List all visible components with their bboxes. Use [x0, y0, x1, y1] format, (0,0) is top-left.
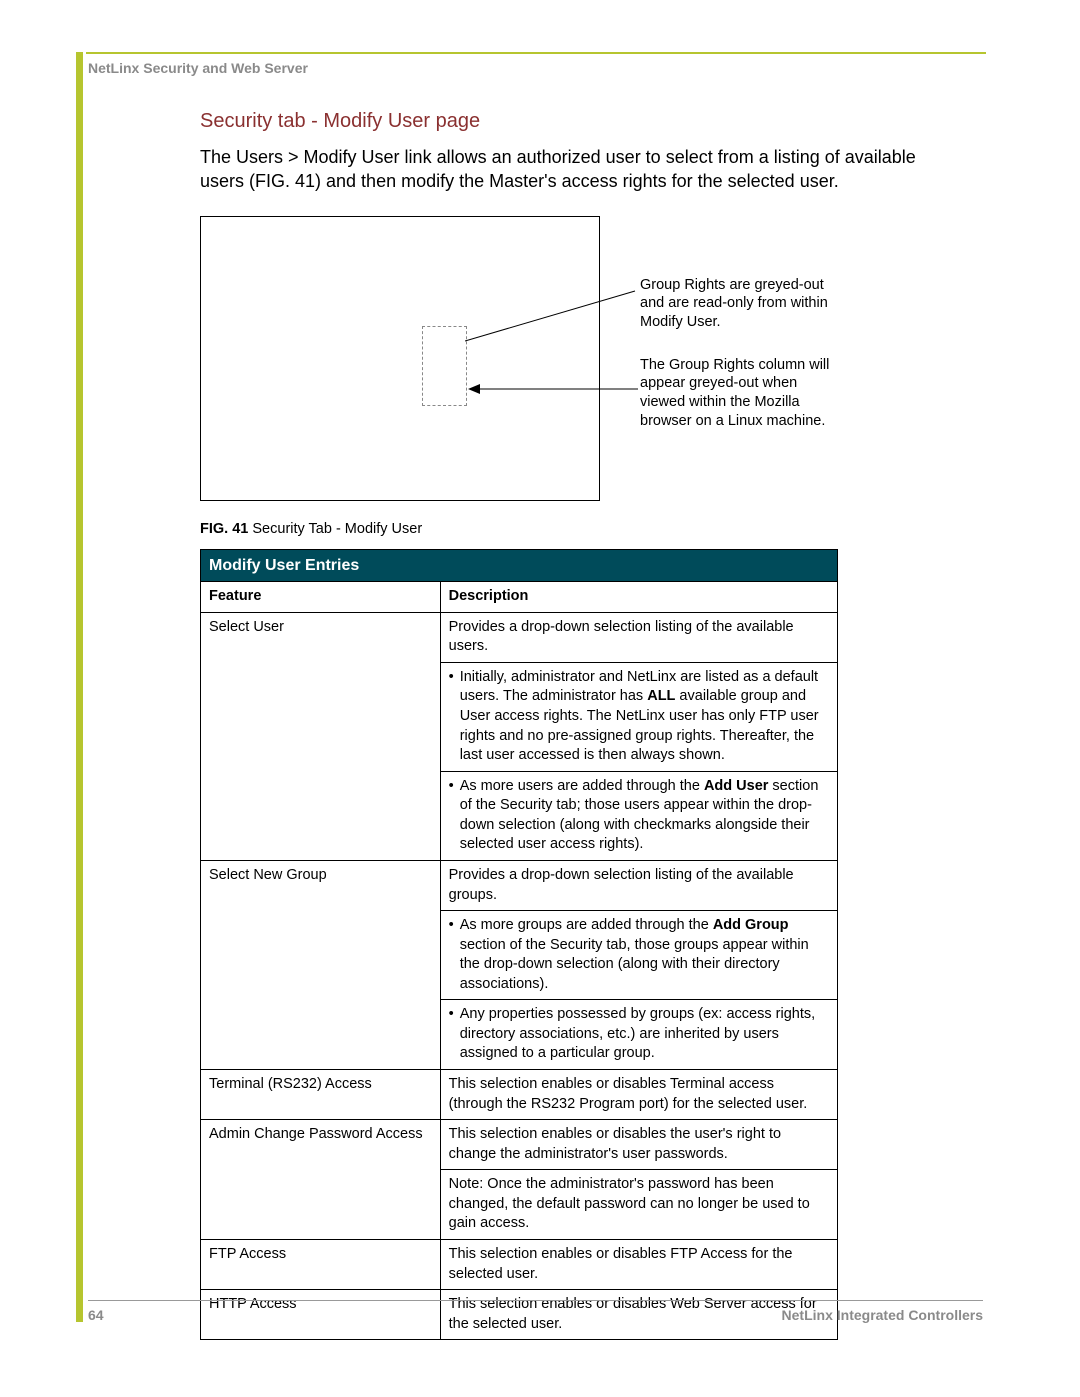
feature-ftp-access: FTP Access: [201, 1239, 441, 1289]
figure-area: Group Rights are greyed-out and are read…: [200, 216, 840, 506]
page-number: 64: [88, 1307, 104, 1323]
intro-paragraph: The Users > Modify User link allows an a…: [200, 145, 955, 194]
modify-user-entries-table: Modify User Entries Feature Description …: [200, 549, 838, 1341]
empty-cell: [201, 771, 441, 860]
desc-ftp-access: This selection enables or disables FTP A…: [440, 1239, 837, 1289]
col-header-description: Description: [440, 582, 837, 613]
desc-select-new-group-bullet-1: • As more groups are added through the A…: [440, 911, 837, 1000]
figure-placeholder: [200, 216, 600, 501]
desc-select-user-bullet-2: • As more users are added through the Ad…: [440, 771, 837, 860]
page-content: Security tab - Modify User page The User…: [200, 110, 955, 1340]
desc-select-user: Provides a drop-down selection listing o…: [440, 612, 837, 662]
running-header: NetLinx Security and Web Server: [88, 60, 308, 76]
table-title: Modify User Entries: [201, 549, 838, 582]
desc-select-new-group-bullet-2: •Any properties possessed by groups (ex:…: [440, 1000, 837, 1070]
footer: 64 NetLinx Integrated Controllers: [88, 1300, 983, 1323]
desc-select-user-bullet-1: • Initially, administrator and NetLinx a…: [440, 662, 837, 771]
feature-terminal-rs232: Terminal (RS232) Access: [201, 1070, 441, 1120]
callout-text-2: The Group Rights column will appear grey…: [640, 356, 840, 431]
desc-select-new-group: Provides a drop-down selection listing o…: [440, 860, 837, 910]
figure-caption-text: Security Tab - Modify User: [252, 521, 422, 537]
feature-admin-change-pw: Admin Change Password Access: [201, 1120, 441, 1170]
footer-right-text: NetLinx Integrated Controllers: [782, 1307, 983, 1323]
desc-admin-change-pw-note: Note: Once the administrator's password …: [440, 1170, 837, 1240]
empty-cell: [201, 911, 441, 1000]
desc-admin-change-pw: This selection enables or disables the u…: [440, 1120, 837, 1170]
figure-caption: FIG. 41 Security Tab - Modify User: [200, 521, 955, 537]
dashed-highlight: [422, 326, 467, 406]
empty-cell: [201, 1170, 441, 1240]
desc-terminal-rs232: This selection enables or disables Termi…: [440, 1070, 837, 1120]
feature-select-user: Select User: [201, 612, 441, 662]
col-header-feature: Feature: [201, 582, 441, 613]
figure-caption-label: FIG. 41: [200, 521, 248, 537]
empty-cell: [201, 662, 441, 771]
top-rule: [86, 52, 986, 54]
feature-select-new-group: Select New Group: [201, 860, 441, 910]
callout-text-1: Group Rights are greyed-out and are read…: [640, 276, 840, 333]
section-title: Security tab - Modify User page: [200, 110, 955, 133]
side-accent-bar: [76, 52, 83, 1322]
empty-cell: [201, 1000, 441, 1070]
